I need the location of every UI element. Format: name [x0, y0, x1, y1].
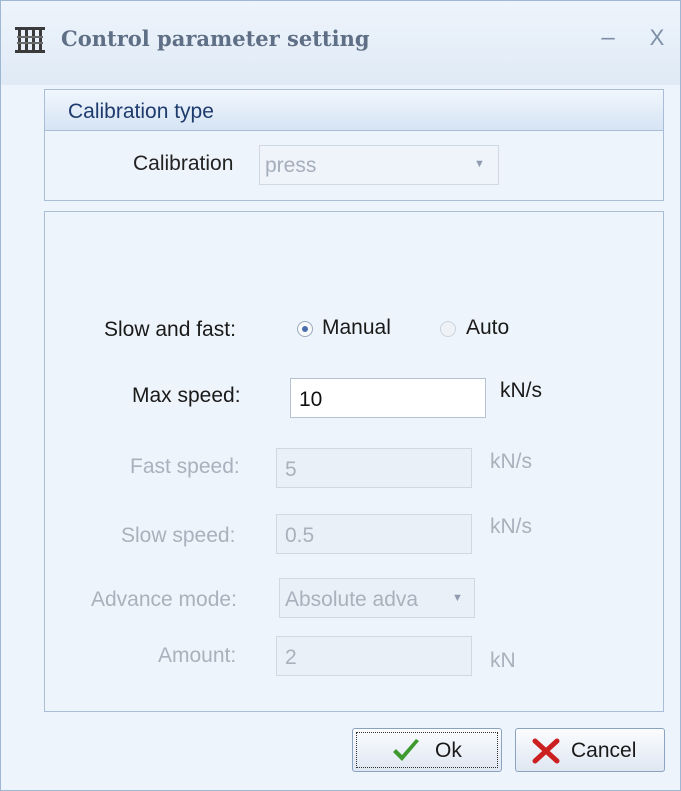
- calibration-type-header: Calibration type: [45, 90, 663, 131]
- ok-button-label: Ok: [435, 739, 462, 762]
- chevron-down-icon: ▼: [474, 158, 485, 170]
- cancel-button[interactable]: Cancel: [515, 728, 665, 772]
- advance-mode-value: Absolute adva: [285, 588, 419, 611]
- calibration-label: Calibration: [133, 152, 234, 175]
- amount-label: Amount:: [158, 644, 237, 667]
- auto-radio-label[interactable]: Auto: [466, 316, 509, 340]
- calibration-select-value: press: [265, 154, 317, 177]
- close-button[interactable]: X: [642, 23, 672, 53]
- speed-parameters-group: Slow and fast: Manual Auto Max speed: 10…: [44, 211, 664, 712]
- fast-speed-input[interactable]: 5: [276, 448, 472, 488]
- title-bar[interactable]: Control parameter setting – X: [1, 1, 680, 85]
- calibration-type-title: Calibration type: [68, 100, 214, 123]
- checkmark-icon: [393, 739, 419, 761]
- calibration-type-group: Calibration type Calibration press ▼: [44, 89, 664, 201]
- amount-input[interactable]: 2: [276, 636, 472, 676]
- cancel-button-label: Cancel: [571, 739, 637, 762]
- auto-radio[interactable]: [440, 321, 456, 337]
- ok-button[interactable]: Ok: [352, 728, 502, 772]
- max-speed-label: Max speed:: [132, 384, 241, 407]
- slow-speed-input[interactable]: 0.5: [276, 514, 472, 554]
- control-parameter-dialog: Control parameter setting – X Calibratio…: [0, 0, 681, 791]
- fast-speed-label: Fast speed:: [130, 455, 240, 478]
- calibration-rack-icon: [15, 27, 45, 53]
- amount-value: 2: [285, 646, 297, 669]
- slow-speed-label: Slow speed:: [121, 524, 236, 547]
- chevron-down-icon: ▼: [452, 592, 463, 604]
- max-speed-value: 10: [299, 388, 323, 411]
- cancel-x-icon: [532, 738, 560, 764]
- calibration-select: press ▼: [259, 145, 499, 185]
- manual-radio[interactable]: [297, 321, 313, 337]
- fast-speed-value: 5: [285, 458, 297, 481]
- advance-mode-label: Advance mode:: [91, 588, 237, 611]
- slow-fast-label: Slow and fast:: [104, 318, 236, 341]
- amount-unit: kN: [490, 649, 516, 672]
- slow-speed-unit: kN/s: [490, 515, 532, 538]
- fast-speed-unit: kN/s: [490, 450, 532, 473]
- manual-radio-label[interactable]: Manual: [322, 316, 391, 340]
- max-speed-unit: kN/s: [500, 379, 542, 402]
- slow-speed-value: 0.5: [285, 524, 315, 547]
- window-title: Control parameter setting: [61, 26, 370, 51]
- advance-mode-select[interactable]: Absolute adva ▼: [279, 578, 475, 618]
- max-speed-input[interactable]: 10: [290, 378, 486, 418]
- minimize-button[interactable]: –: [593, 23, 623, 53]
